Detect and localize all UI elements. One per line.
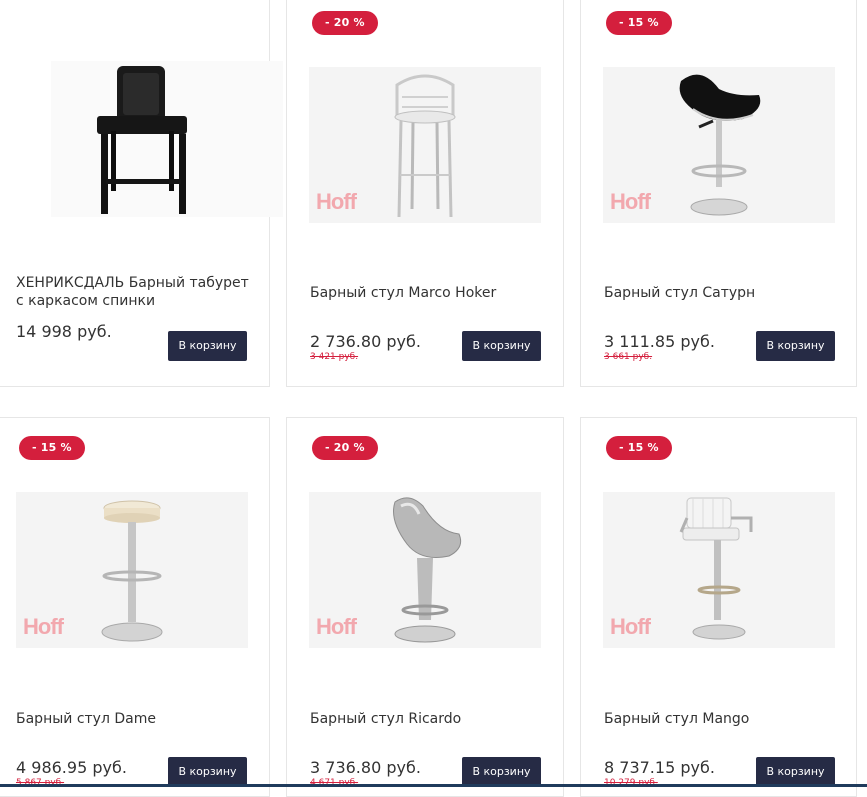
product-old-price: 3 421 руб. (310, 352, 359, 362)
hoff-watermark: Hoff (610, 614, 651, 639)
hoff-watermark: Hoff (316, 189, 357, 214)
discount-badge: - 15 % (606, 436, 672, 460)
product-card[interactable]: ХЕНРИКСДАЛЬ Барный табурет с каркасом сп… (0, 0, 283, 387)
product-price: 2 736.80 руб. (310, 332, 421, 351)
discount-badge: - 20 % (312, 11, 378, 35)
add-to-cart-button[interactable]: В корзину (756, 331, 835, 361)
add-to-cart-button[interactable]: В корзину (462, 757, 541, 787)
product-card[interactable]: - 15 % Hoff Барный стул Mango 8 737.15 р… (580, 417, 857, 797)
black-bar-stool-with-back-image[interactable] (51, 61, 283, 217)
add-to-cart-button[interactable]: В корзину (462, 331, 541, 361)
add-to-cart-button[interactable]: В корзину (168, 331, 247, 361)
product-title[interactable]: Барный стул Mango (604, 710, 844, 728)
discount-badge: - 15 % (19, 436, 85, 460)
product-card[interactable]: - 15 % Hoff Барный стул Dame 4 986.95 ру… (0, 417, 270, 797)
product-title[interactable]: Барный стул Ricardo (310, 710, 550, 728)
white-mango-bar-stool-image[interactable]: Hoff (603, 492, 835, 648)
discount-badge: - 15 % (606, 11, 672, 35)
product-old-price: 3 661 руб. (604, 352, 653, 362)
product-card[interactable]: - 20 % Hoff Барный стул Ricardo 3 736.80… (286, 417, 564, 797)
hoff-watermark: Hoff (316, 614, 357, 639)
product-title[interactable]: Барный стул Dame (16, 710, 256, 728)
product-title[interactable]: ХЕНРИКСДАЛЬ Барный табурет с каркасом сп… (16, 274, 256, 310)
hoff-watermark: Hoff (23, 614, 64, 639)
discount-badge: - 20 % (312, 436, 378, 460)
product-title[interactable]: Барный стул Marco Hoker (310, 284, 550, 302)
product-price: 3 736.80 руб. (310, 758, 421, 777)
product-card[interactable]: - 20 % Hoff Барный стул Marco Hoker 2 73… (286, 0, 564, 387)
product-title[interactable]: Барный стул Сатурн (604, 284, 844, 302)
product-price: 8 737.15 руб. (604, 758, 715, 777)
hoff-watermark: Hoff (610, 189, 651, 214)
product-price: 14 998 руб. (16, 322, 112, 341)
product-price: 3 111.85 руб. (604, 332, 715, 351)
product-card[interactable]: - 15 % Hoff Барный стул Сатурн 3 111.85 … (580, 0, 857, 387)
silver-ricardo-bar-stool-image[interactable]: Hoff (309, 492, 541, 648)
add-to-cart-button[interactable]: В корзину (168, 757, 247, 787)
add-to-cart-button[interactable]: В корзину (756, 757, 835, 787)
black-saturn-bar-stool-image[interactable]: Hoff (603, 67, 835, 223)
white-metal-bar-stool-image[interactable]: Hoff (309, 67, 541, 223)
white-round-bar-stool-image[interactable]: Hoff (16, 492, 248, 648)
product-price: 4 986.95 руб. (16, 758, 127, 777)
